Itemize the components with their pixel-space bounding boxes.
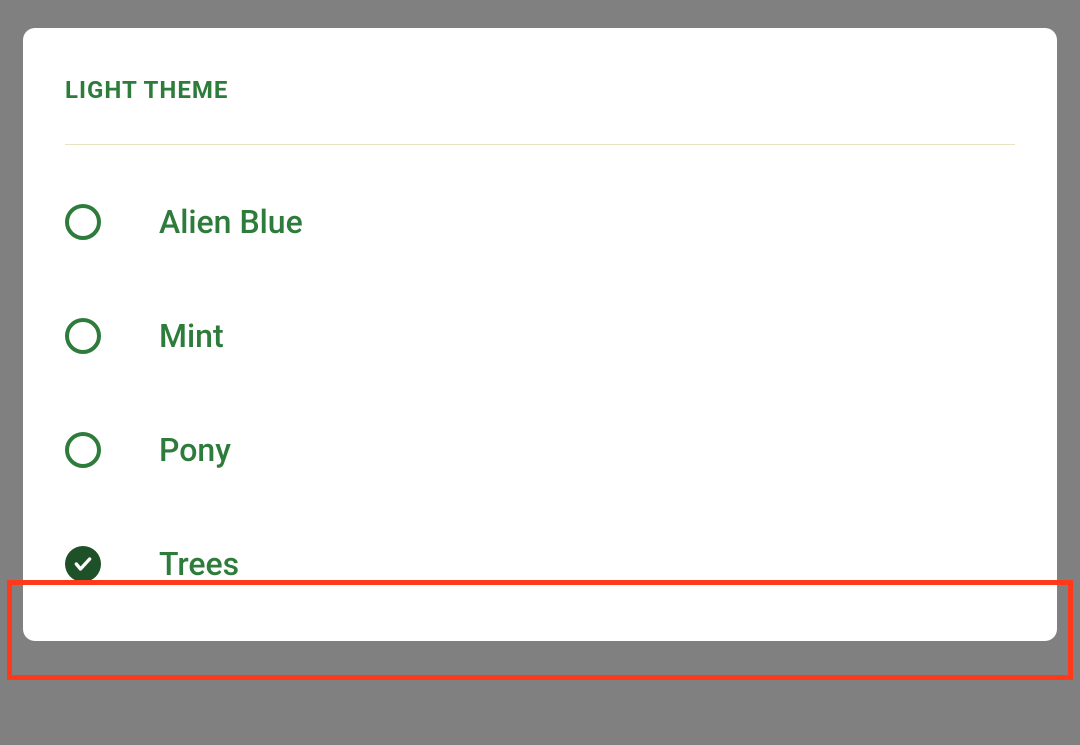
theme-option-mint[interactable]: Mint [65,279,1015,393]
radio-unchecked-icon [65,204,101,240]
divider [65,144,1015,145]
option-label: Trees [159,545,239,583]
option-label: Pony [159,431,231,469]
radio-checked-icon [65,546,101,582]
theme-dialog: LIGHT THEME Alien Blue Mint Pony Trees [23,28,1057,641]
radio-unchecked-icon [65,432,101,468]
theme-option-alien-blue[interactable]: Alien Blue [65,165,1015,279]
option-label: Alien Blue [159,203,303,241]
option-label: Mint [159,317,224,355]
section-title: LIGHT THEME [65,76,1015,104]
checkmark-icon [73,554,93,574]
theme-option-trees[interactable]: Trees [65,507,1015,621]
options-list: Alien Blue Mint Pony Trees [65,165,1015,621]
radio-unchecked-icon [65,318,101,354]
theme-option-pony[interactable]: Pony [65,393,1015,507]
